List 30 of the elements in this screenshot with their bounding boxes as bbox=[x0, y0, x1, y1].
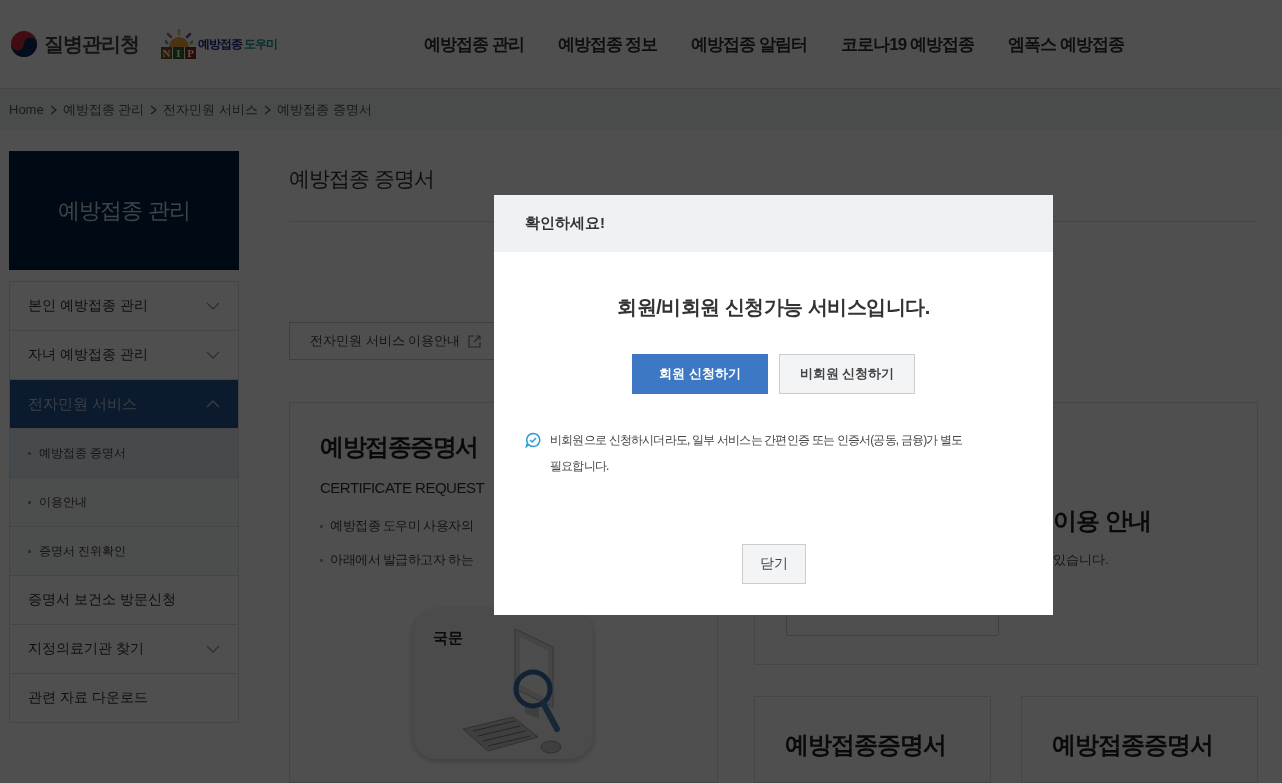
nav-link[interactable]: 예방접종 관리 bbox=[424, 32, 524, 56]
page-title: 예방접종 증명서 bbox=[289, 166, 435, 192]
bullet-text: 아래에서 발급하고자 하는 bbox=[330, 552, 474, 569]
logo-letter: I bbox=[173, 47, 184, 59]
card-text: 있습니다. bbox=[1053, 551, 1110, 569]
dialog-title: 확인하세요! bbox=[494, 195, 1053, 252]
agency-name: 질병관리청 bbox=[44, 31, 139, 57]
card-title: 예방접종증명서 bbox=[1052, 731, 1213, 758]
notice-text: 비회원으로 신청하시더라도, 일부 서비스는 간편인증 또는 인증서(공동, 금융)가 별도 필요합니다. bbox=[550, 432, 964, 475]
menu-card[interactable]: 예방접종증명서 bbox=[754, 696, 991, 783]
member-apply-button[interactable]: 회원 신청하기 bbox=[632, 354, 768, 394]
nav-link[interactable]: 코로나19 예방접종 bbox=[841, 32, 974, 56]
card-title: 예방접종증명서 bbox=[785, 731, 946, 758]
card-title: 이용 안내 bbox=[1053, 506, 1152, 536]
service-name: 도우미 bbox=[244, 35, 277, 53]
nav-link[interactable]: 예방접종 정보 bbox=[557, 32, 658, 56]
nav-link[interactable]: 엠폭스 예방접종 bbox=[1007, 32, 1124, 56]
card-title: 예방접종증명서 bbox=[320, 432, 478, 462]
dialog-heading: 회원/비회원 신청가능 서비스입니다. bbox=[617, 295, 930, 320]
card-subtitle: CERTIFICATE REQUEST bbox=[320, 479, 485, 496]
close-button[interactable]: 닫기 bbox=[741, 544, 806, 584]
nav-link[interactable]: 예방접종 알림터 bbox=[691, 32, 808, 56]
service-name: 예방접종 bbox=[198, 35, 242, 53]
logo-letter: N bbox=[161, 47, 172, 59]
menu-card[interactable]: 예방접종증명서 bbox=[1021, 696, 1258, 783]
logo-letter: P bbox=[185, 47, 196, 59]
guest-apply-button[interactable]: 비회원 신청하기 bbox=[779, 354, 915, 394]
illustration-tile[interactable]: 국문 bbox=[413, 609, 593, 759]
sidebar-title: 예방접종 관리 bbox=[9, 151, 239, 270]
tile-label: 국문 bbox=[433, 629, 463, 648]
